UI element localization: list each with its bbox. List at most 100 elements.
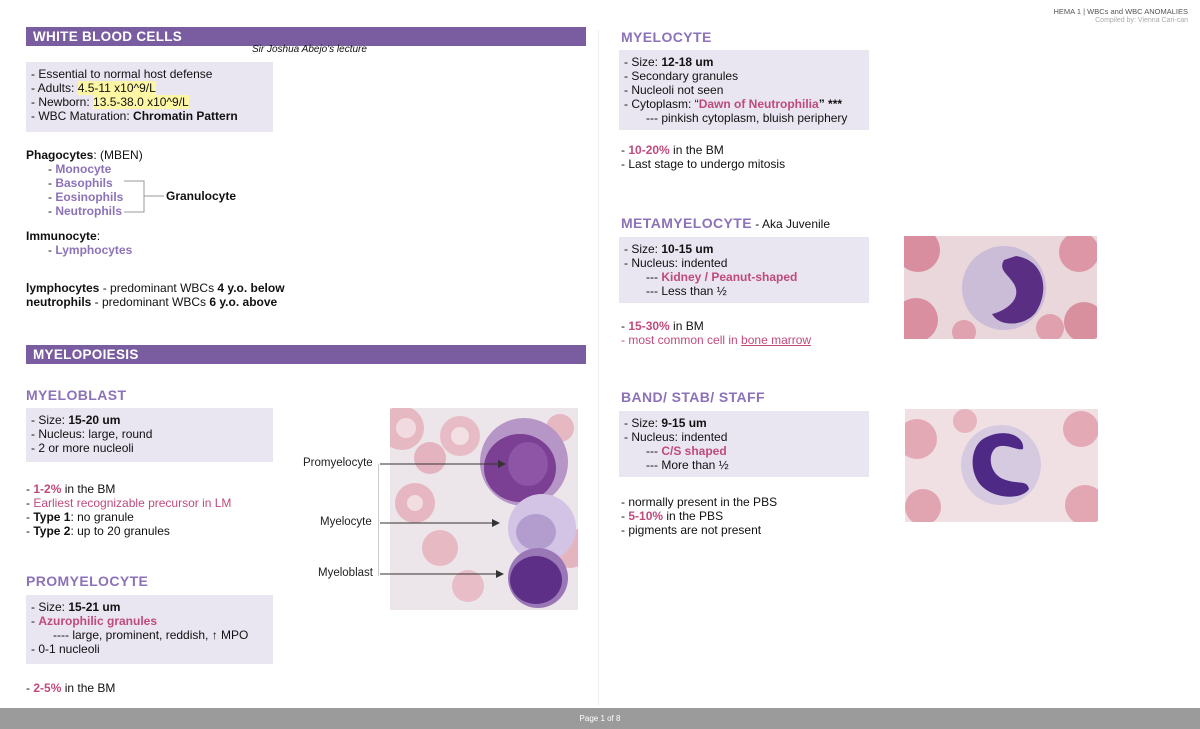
figure-arrows: [378, 460, 506, 578]
adults-value: 4.5-11 x10^9/L: [77, 81, 156, 95]
myeloblast-title: MYELOBLAST: [26, 387, 127, 403]
figure-label-myeloblast: Myeloblast: [318, 567, 373, 579]
size-value: 15-21 um: [68, 600, 121, 614]
phagocyte-name: Basophils: [55, 176, 113, 190]
size-label: - Size:: [31, 413, 69, 427]
size-label: - Size:: [624, 416, 662, 430]
phagocyte-name: Neutrophils: [55, 204, 123, 218]
cyto-value: Dawn of Neutrophilia: [698, 97, 819, 111]
cs-text: C/S shaped: [661, 444, 727, 458]
band-pct: - 5-10% in the PBS: [621, 509, 724, 523]
metamyelocyte-kidney: --- Kidney / Peanut-shaped: [646, 270, 798, 284]
myelocyte-size: - Size: 12-18 um: [624, 55, 864, 69]
metamyelocyte-notes: - 15-30% in BM - most common cell in bon…: [621, 319, 811, 347]
type2-rest: : up to 20 granules: [70, 524, 170, 538]
phagocytes-heading: Phagocytes: (MBEN): [26, 148, 143, 162]
document-header: HEMA 1 | WBCs and WBC ANOMALIES Compiled…: [1054, 7, 1188, 25]
lymph-mid: - predominant WBCs: [99, 281, 218, 295]
pct-rest: in the BM: [61, 482, 116, 496]
immunocyte-rest: :: [96, 229, 101, 243]
band-size: - Size: 9-15 um: [624, 416, 864, 430]
cyto-end: ” ***: [818, 97, 843, 111]
earliest-text: Earliest recognizable precursor in LM: [33, 496, 232, 510]
size-label: - Size:: [624, 55, 662, 69]
pct-value: 1-2%: [33, 482, 62, 496]
band-nucleus: - Nucleus: indented: [624, 430, 728, 444]
lecture-credit: Sir Joshua Abejo's lecture: [252, 44, 367, 55]
myeloblast-notes: - 1-2% in the BM - Earliest recognizable…: [26, 482, 231, 538]
type2-label: Type 2: [33, 524, 71, 538]
arrow-head-icon: [498, 460, 506, 468]
maturation-label: - WBC Maturation:: [31, 109, 134, 123]
metamyelocyte-size: - Size: 10-15 um: [624, 242, 864, 256]
myelocyte-title: MYELOCYTE: [621, 29, 712, 45]
bone-marrow-link: bone marrow: [741, 333, 812, 347]
myelocyte-granules: - Secondary granules: [624, 69, 739, 83]
myeloblast-earliest: - Earliest recognizable precursor in LM: [26, 496, 232, 510]
adults-label: - Adults:: [31, 81, 78, 95]
promyelocyte-box: - Size: 15-21 um - Azurophilic granules …: [26, 595, 273, 664]
adults-line: - Adults: 4.5-11 x10^9/L: [31, 81, 268, 95]
promyelocyte-nucleoli: - 0-1 nucleoli: [31, 642, 100, 656]
myelocyte-cytoplasm: - Cytoplasm: “Dawn of Neutrophilia” ***: [624, 97, 864, 111]
figure-label-myelocyte: Myelocyte: [320, 516, 372, 528]
cyto-label: - Cytoplasm: “: [624, 97, 699, 111]
band-normal: - normally present in the PBS: [621, 495, 778, 509]
size-label: - Size:: [31, 600, 69, 614]
pct-rest: in the BM: [669, 143, 724, 157]
granulocyte-bracket: [124, 180, 164, 213]
size-label: - Size:: [624, 242, 662, 256]
common-pre: most common cell in: [628, 333, 742, 347]
band-photo: [905, 409, 1098, 522]
myeloblast-nucleus: - Nucleus: large, round: [31, 427, 153, 441]
myelopoiesis-banner: MYELOPOIESIS: [26, 345, 586, 364]
metamyelocyte-pct: - 15-30% in BM: [621, 319, 704, 333]
metamyelocyte-heading: METAMYELOCYTE - Aka Juvenile: [621, 215, 830, 231]
band-more: --- More than ½: [646, 458, 729, 472]
type1-label: Type 1: [33, 510, 71, 524]
metamyelocyte-aka: - Aka Juvenile: [751, 217, 830, 231]
metamyelocyte-common: - most common cell in bone marrow: [621, 333, 812, 347]
size-value: 15-20 um: [68, 413, 121, 427]
size-value: 12-18 um: [661, 55, 714, 69]
newborn-label: - Newborn:: [31, 95, 94, 109]
myeloblast-type1: - Type 1: no granule: [26, 510, 134, 524]
arrow-head-icon: [492, 519, 500, 527]
myelocyte-mitosis: - Last stage to undergo mitosis: [621, 157, 786, 171]
phagocyte-name: Eosinophils: [55, 190, 124, 204]
neut-age: 6 y.o. above: [209, 295, 278, 309]
pct-value: 15-30%: [628, 319, 670, 333]
pct-value: 2-5%: [33, 681, 62, 695]
predominance-block: lymphocytes - predominant WBCs 4 y.o. be…: [26, 281, 285, 309]
maturation-value: Chromatin Pattern: [133, 109, 238, 123]
band-cs: --- C/S shaped: [646, 444, 727, 458]
pct-rest: in the PBS: [663, 509, 724, 523]
page-number: Page 1 of 8: [579, 714, 621, 723]
kidney-text: Kidney / Peanut-shaped: [661, 270, 798, 284]
neut-mid: - predominant WBCs: [91, 295, 210, 309]
lymph-age: 4 y.o. below: [217, 281, 285, 295]
metamyelocyte-box: - Size: 10-15 um - Nucleus: indented ---…: [619, 237, 869, 303]
myeloblast-pct: - 1-2% in the BM: [26, 482, 231, 496]
phagocytes-label: Phagocytes: [26, 148, 94, 162]
immunocyte-block: Immunocyte: - Lymphocytes: [26, 229, 132, 257]
myelocyte-pct: - 10-20% in the BM: [621, 143, 724, 157]
myelocyte-cyto-detail: --- pinkish cytoplasm, bluish periphery: [646, 111, 848, 125]
phagocyte-name: Monocyte: [55, 162, 112, 176]
promyelocyte-granules: ---- large, prominent, reddish, ↑ MPO: [53, 628, 249, 642]
promyelocyte-title: PROMYELOCYTE: [26, 573, 149, 589]
band-pigments: - pigments are not present: [621, 523, 762, 537]
size-value: 9-15 um: [661, 416, 707, 430]
lymphocytes-name: Lymphocytes: [55, 243, 133, 257]
granulocyte-label: Granulocyte: [166, 189, 237, 203]
neut-word: neutrophils: [26, 295, 92, 309]
figure-label-promyelocyte: Promyelocyte: [303, 457, 373, 469]
type1-rest: : no granule: [70, 510, 134, 524]
arrow-head-icon: [496, 570, 504, 578]
column-divider: [598, 30, 599, 705]
wbc-line: - Essential to normal host defense: [31, 67, 213, 81]
band-box: - Size: 9-15 um - Nucleus: indented --- …: [619, 411, 869, 477]
myeloblast-size: - Size: 15-20 um: [31, 413, 268, 427]
size-value: 10-15 um: [661, 242, 714, 256]
lymph-word: lymphocytes: [26, 281, 100, 295]
